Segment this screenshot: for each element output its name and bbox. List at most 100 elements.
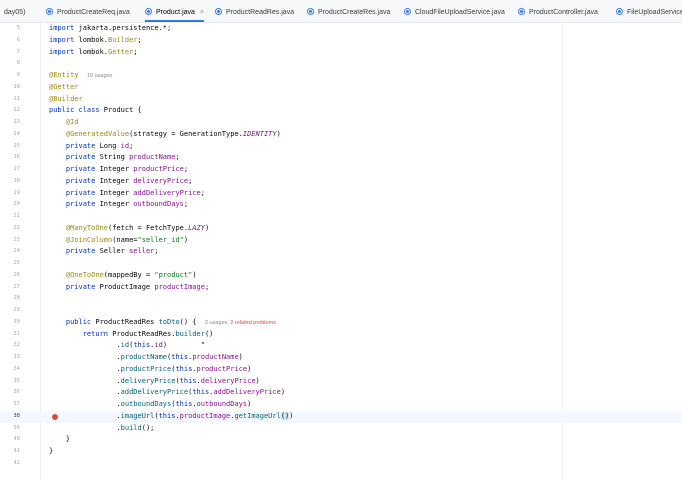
code-line[interactable]: 23 @JoinColumn(name="seller_id") <box>0 235 682 247</box>
code-token: ; <box>204 282 210 291</box>
code-text: .outboundDays(this.outboundDays) <box>49 399 251 411</box>
code-line[interactable]: 11 @Builder <box>0 94 682 106</box>
code-text: import jakarta.persistence.*; <box>49 23 171 35</box>
code-line[interactable]: 15 private Long id; <box>0 141 682 153</box>
usage-hint[interactable]: 18 usages <box>87 73 112 79</box>
code-token: ) <box>247 364 252 373</box>
code-line[interactable]: 41} <box>0 446 682 458</box>
code-line[interactable]: 16 private String productName; <box>0 152 682 164</box>
annotation: @Builder <box>49 94 83 103</box>
code-token: (name= <box>112 235 138 244</box>
code-line[interactable]: 18 private Integer deliveryPrice; <box>0 176 682 188</box>
annotation: @JoinColumn <box>65 235 113 244</box>
code-line[interactable]: 21 <box>0 211 682 223</box>
code-line[interactable]: 28 <box>0 293 682 305</box>
code-text: .productPrice(this.productPrice) <box>49 364 251 376</box>
keyword: private <box>65 247 100 256</box>
keyword: private <box>65 282 100 291</box>
code-token: } <box>49 447 54 455</box>
code-text: @Builder <box>49 94 83 106</box>
code-token: Integer <box>99 176 134 185</box>
code-line[interactable]: 27 private ProductImage productImage; <box>0 282 682 294</box>
code-line[interactable]: 33 .productName(this.productName) <box>0 352 682 364</box>
code-text: .deliveryPrice(this.deliveryPrice) <box>49 376 259 388</box>
code-line[interactable]: 31 return ProductReadRes.builder() <box>0 329 682 341</box>
keyword: public class <box>49 106 104 115</box>
field-name: productName <box>129 153 176 162</box>
problem-hint[interactable]: 2 related problems <box>230 320 276 326</box>
code-line[interactable]: 40 } <box>0 434 682 446</box>
tab-label: Product.java <box>156 9 195 16</box>
code-line[interactable]: 14 @GeneratedValue(strategy = Generation… <box>0 129 682 141</box>
code-text: private Integer productPrice; <box>49 164 188 176</box>
tab-cloudfileuploadservice-java[interactable]: CloudFileUploadService.java <box>404 0 505 22</box>
code-line[interactable]: 29 <box>0 305 682 317</box>
code-line[interactable]: 7 import lombok.Getter; <box>0 47 682 59</box>
code-line[interactable]: 10 @Getter <box>0 82 682 94</box>
keyword: private <box>65 200 100 209</box>
code-line[interactable]: 30 public ProductReadRes toDto() { 2 usa… <box>0 317 682 329</box>
line-number: 16 <box>13 154 20 161</box>
code-line[interactable]: 19 private Integer addDeliveryPrice; <box>0 188 682 200</box>
code-line[interactable]: 20 private Integer outboundDays; <box>0 199 682 211</box>
tab-label: day05) <box>4 9 26 16</box>
tab-productcreatereq-java[interactable]: ProductCreateReq.java <box>46 0 130 22</box>
code-token: . <box>49 376 121 385</box>
code-line[interactable]: 32 .id(this.id) " <box>0 340 682 352</box>
code-token: . <box>49 388 121 397</box>
tab-productcontroller-java[interactable]: ProductController.java <box>518 0 598 22</box>
field-name: productImage <box>179 411 231 420</box>
code-line[interactable]: 6 import lombok.Builder; <box>0 35 682 47</box>
tab-label: ProductCreateReq.java <box>57 9 130 16</box>
tab-close-icon[interactable]: × <box>200 9 204 16</box>
line-number: 26 <box>13 271 20 278</box>
line-number: 7 <box>16 48 20 55</box>
code-line[interactable]: 34 .productPrice(this.productPrice) <box>0 364 682 376</box>
tab-product-java[interactable]: Product.java × <box>145 0 205 22</box>
code-line[interactable]: 13 @Id <box>0 117 682 129</box>
code-line[interactable]: 42 <box>0 458 682 470</box>
code-line[interactable]: 35 .deliveryPrice(this.deliveryPrice) <box>0 376 682 388</box>
code-line[interactable]: 17 private Integer productPrice; <box>0 164 682 176</box>
code-line[interactable]: 24 private Seller seller; <box>0 246 682 258</box>
tab-day05[interactable]: day05) <box>4 0 25 22</box>
code-line[interactable]: 9 @Entity 18 usages <box>0 70 682 82</box>
code-line[interactable]: 22 @ManyToOne(fetch = FetchType.LAZY) <box>0 223 682 235</box>
code-line[interactable]: 12 public class Product { <box>0 105 682 117</box>
code-token: . <box>49 364 121 373</box>
code-token: () { <box>179 317 205 326</box>
code-editor[interactable]: 5 import jakarta.persistence.*; 6 import lo… <box>0 22 682 480</box>
current-code-line[interactable]: 38 .imageUrl(this.productImage.getImageU… <box>0 410 682 423</box>
code-line[interactable]: 39 .build(); <box>0 423 682 435</box>
code-token: ; <box>200 188 205 197</box>
code-line[interactable]: 5 import jakarta.persistence.*; <box>0 23 682 35</box>
tab-productreadres-java[interactable]: ProductReadRes.java <box>215 0 294 22</box>
usage-hint[interactable]: 2 usages <box>205 320 230 326</box>
code-token: ; <box>183 200 189 209</box>
line-number: 25 <box>13 260 20 266</box>
code-token: ProductImage <box>99 282 155 291</box>
keyword: private <box>65 153 100 162</box>
line-number: 22 <box>13 224 20 231</box>
code-line[interactable]: 36 .addDeliveryPrice(this.addDeliveryPri… <box>0 387 682 399</box>
code-line[interactable]: 8 <box>0 58 682 70</box>
method-name: imageUrl <box>120 411 155 420</box>
field-name: outboundDays <box>196 400 248 408</box>
code-token: (fetch = FetchType. <box>108 223 189 232</box>
code-token: ) <box>238 353 243 361</box>
code-token: } <box>49 435 71 444</box>
tab-productcreateres-java[interactable]: ProductCreateRes.java <box>307 0 390 22</box>
code-text: private Integer outboundDays; <box>49 199 188 211</box>
code-token: Long <box>99 141 121 150</box>
tab-fileuploadservice-ja[interactable]: FileUploadService.ja <box>616 0 682 22</box>
keyword: import <box>49 35 79 44</box>
code-line[interactable]: 37 .outboundDays(this.outboundDays) <box>0 399 682 411</box>
code-line[interactable]: 26 @OneToOne(mappedBy = "product") <box>0 270 682 282</box>
code-text: @GeneratedValue(strategy = GenerationTyp… <box>49 129 281 141</box>
code-line[interactable]: 25 <box>0 258 682 270</box>
tab-label: CloudFileUploadService.java <box>415 9 505 16</box>
